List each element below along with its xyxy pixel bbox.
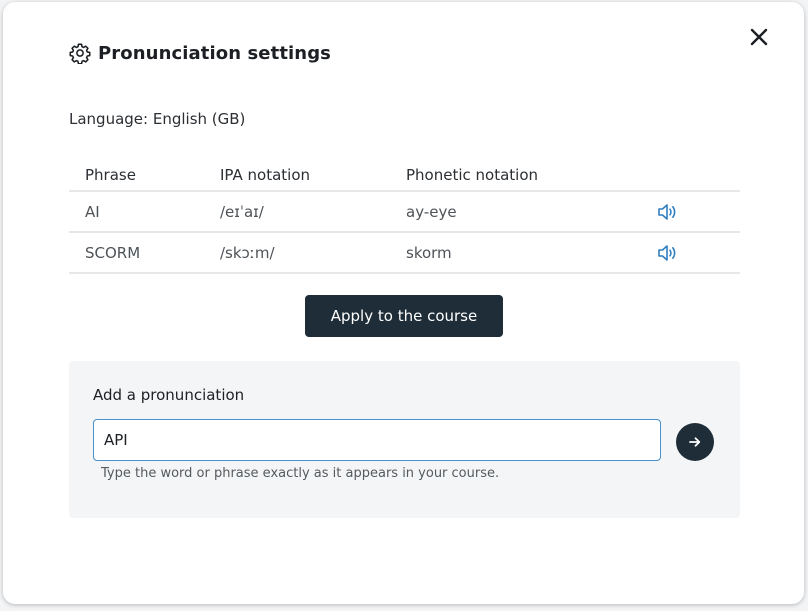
header-phonetic: Phonetic notation [406, 166, 539, 184]
speaker-icon[interactable] [657, 203, 679, 221]
row-phonetic: skorm [406, 243, 452, 262]
pronunciation-settings-dialog: Pronunciation settings Language: English… [3, 2, 804, 604]
dialog-title: Pronunciation settings [98, 42, 332, 64]
pronunciation-input[interactable] [93, 419, 661, 461]
header-phrase: Phrase [85, 166, 136, 184]
input-hint: Type the word or phrase exactly as it ap… [101, 466, 500, 481]
pronunciation-table: Phrase IPA notation Phonetic notation AI… [69, 160, 740, 274]
header-ipa: IPA notation [220, 166, 311, 184]
dialog-header: Pronunciation settings [69, 40, 331, 66]
language-label: Language: English (GB) [69, 110, 246, 128]
table-header-row: Phrase IPA notation Phonetic notation [69, 160, 740, 192]
row-phonetic: ay-eye [406, 202, 457, 221]
arrow-right-icon [689, 437, 701, 447]
row-ipa: /eɪˈaɪ/ [220, 202, 264, 221]
speaker-icon[interactable] [657, 244, 679, 262]
add-pronunciation-label: Add a pronunciation [93, 386, 245, 404]
row-phrase: SCORM [85, 243, 141, 262]
table-row: SCORM /skɔːm/ skorm [69, 233, 740, 274]
row-ipa: /skɔːm/ [220, 243, 275, 262]
table-row: AI /eɪˈaɪ/ ay-eye [69, 192, 740, 233]
add-pronunciation-panel: Add a pronunciation Type the word or phr… [69, 361, 740, 518]
row-phrase: AI [85, 202, 100, 221]
close-icon[interactable] [748, 26, 770, 48]
submit-button[interactable] [676, 423, 714, 461]
apply-to-course-button[interactable]: Apply to the course [305, 295, 503, 337]
gear-icon [69, 43, 91, 64]
